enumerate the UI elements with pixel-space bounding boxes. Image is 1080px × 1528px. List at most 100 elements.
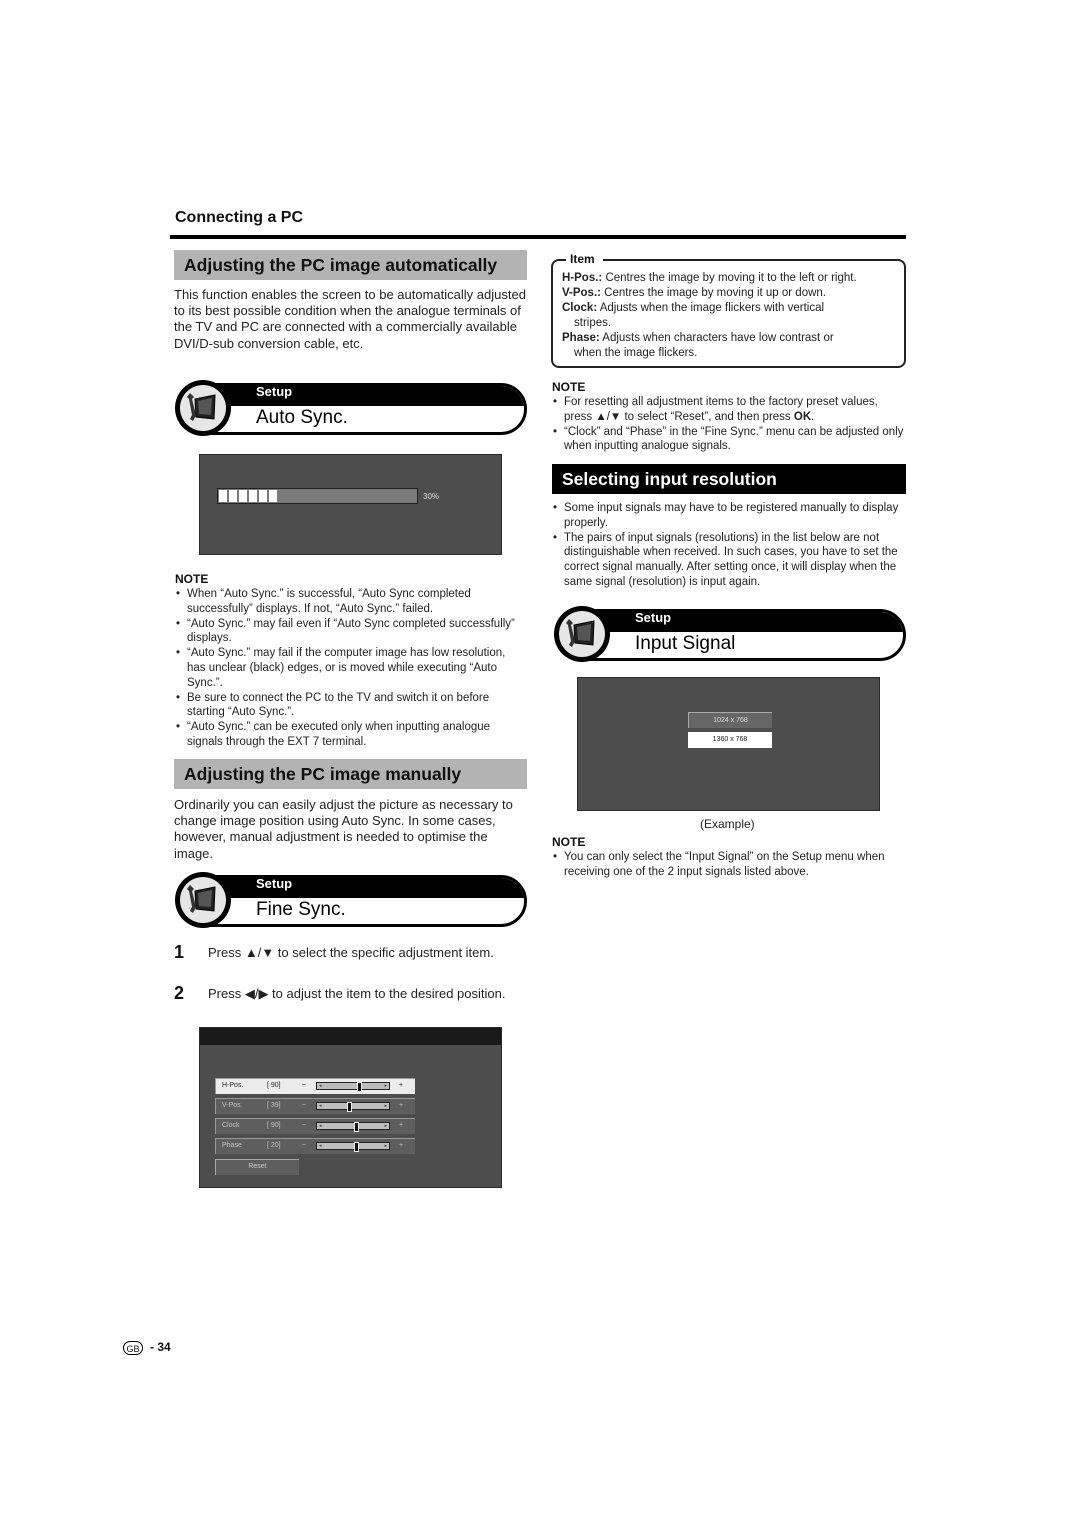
item-definition: V-Pos.: Centres the image by moving it u… <box>562 286 902 301</box>
row-value: [ 90] <box>267 1082 281 1089</box>
progress-percent: 30% <box>423 492 440 501</box>
step-text: Press ▲/▼ to select the specific adjustm… <box>208 945 494 960</box>
banner-title: Input Signal <box>635 633 736 654</box>
slider-thumb[interactable] <box>347 1102 353 1112</box>
note-item: Be sure to connect the PC to the TV and … <box>175 691 520 721</box>
slider-right-arrow-icon[interactable]: ▸ <box>384 1083 387 1089</box>
progress-segment <box>219 490 227 502</box>
item-box-label: Item <box>566 252 603 266</box>
note-item: You can only select the “Input Signal” o… <box>552 850 904 880</box>
manual-intro-text: Ordinarily you can easily adjust the pic… <box>174 797 513 861</box>
slider-right-arrow-icon[interactable]: ▸ <box>384 1143 387 1149</box>
resolution-option-1360x768[interactable]: 1360 x 768 <box>688 732 772 748</box>
reset-button[interactable]: Reset <box>215 1159 299 1175</box>
note-item: For resetting all adjustment items to th… <box>552 395 904 425</box>
auto-sync-progress-bar <box>217 488 418 504</box>
item-term: Phase: <box>562 332 600 344</box>
menu-title-bar <box>200 1028 501 1045</box>
auto-notes-list: When “Auto Sync.” is successful, “Auto S… <box>175 587 520 750</box>
item-desc: Adjusts when the image flickers with ver… <box>597 302 825 314</box>
item-definition: H-Pos.: Centres the image by moving it t… <box>562 271 902 286</box>
item-definition: Phase: Adjusts when characters have low … <box>562 331 902 346</box>
value-slider[interactable]: ◂ ▸ <box>316 1102 390 1112</box>
row-value: [ 39] <box>267 1102 281 1109</box>
note-item: When “Auto Sync.” is successful, “Auto S… <box>175 587 520 617</box>
item-definitions: H-Pos.: Centres the image by moving it t… <box>562 271 902 361</box>
value-slider[interactable]: ◂ ▸ <box>316 1142 390 1152</box>
increase-button[interactable]: + <box>399 1102 403 1109</box>
progress-segment <box>239 490 247 502</box>
note-title: NOTE <box>552 835 586 849</box>
item-definition: Clock: Adjusts when the image flickers w… <box>562 301 902 316</box>
input-signal-notes: You can only select the “Input Signal” o… <box>552 850 904 880</box>
progress-segment <box>249 490 257 502</box>
resolution-bullets: Some input signals may have to be regist… <box>552 501 904 590</box>
slider-thumb[interactable] <box>354 1142 360 1152</box>
value-slider[interactable]: ◂ ▸ <box>316 1122 390 1132</box>
resolution-option-1024x768[interactable]: 1024 x 768 <box>688 712 772 728</box>
monitor-wrench-icon <box>566 619 595 647</box>
monitor-wrench-icon <box>187 885 216 913</box>
banner-title: Fine Sync. <box>256 899 346 920</box>
item-desc: Adjusts when characters have low contras… <box>599 332 834 344</box>
increase-button[interactable]: + <box>399 1082 403 1089</box>
step-number: 1 <box>174 942 185 962</box>
setup-tools-icon <box>175 872 231 928</box>
slider-left-arrow-icon[interactable]: ◂ <box>319 1103 322 1109</box>
slider-left-arrow-icon[interactable]: ◂ <box>319 1083 322 1089</box>
fine-sync-notes-list: For resetting all adjustment items to th… <box>552 395 904 454</box>
setup-banner-input-signal: Setup Input Signal <box>554 606 906 664</box>
increase-button[interactable]: + <box>399 1142 403 1149</box>
item-desc: Centres the image by moving it up or dow… <box>600 287 826 299</box>
value-slider[interactable]: ◂ ▸ <box>316 1082 390 1092</box>
row-label: V-Pos. <box>222 1102 243 1109</box>
input-signal-screen: 1024 x 768 1360 x 768 <box>577 677 880 811</box>
step-text: Press ◀/▶ to adjust the item to the desi… <box>208 986 506 1001</box>
heading-input-resolution: Selecting input resolution <box>552 464 906 494</box>
fine-sync-row-hpos[interactable]: H-Pos.[ 90] – ◂ ▸ + <box>215 1078 415 1094</box>
banner-category: Setup <box>256 876 293 891</box>
decrease-button[interactable]: – <box>302 1101 306 1108</box>
header-rule <box>170 235 906 239</box>
banner-category: Setup <box>256 384 293 399</box>
slider-thumb[interactable] <box>354 1122 360 1132</box>
slider-right-arrow-icon[interactable]: ▸ <box>384 1103 387 1109</box>
note-item: “Auto Sync.” may fail if the computer im… <box>175 646 520 690</box>
row-label: Phase <box>222 1142 242 1149</box>
slider-left-arrow-icon[interactable]: ◂ <box>319 1123 322 1129</box>
setup-tools-icon <box>175 380 231 436</box>
decrease-button[interactable]: – <box>302 1081 306 1088</box>
row-value: [ 20] <box>267 1142 281 1149</box>
item-term: V-Pos.: <box>562 287 601 299</box>
slider-left-arrow-icon[interactable]: ◂ <box>319 1143 322 1149</box>
decrease-button[interactable]: – <box>302 1121 306 1128</box>
bullet-item: Some input signals may have to be regist… <box>552 501 904 531</box>
decrease-button[interactable]: – <box>302 1141 306 1148</box>
fine-sync-row-clock[interactable]: Clock[ 90] – ◂ ▸ + <box>215 1118 415 1134</box>
page-number: - 34 <box>150 1340 171 1354</box>
step-number: 2 <box>174 983 185 1003</box>
heading-manual-adjust: Adjusting the PC image manually <box>174 759 527 789</box>
note-title: NOTE <box>552 380 586 394</box>
progress-segment <box>229 490 237 502</box>
note-item: “Auto Sync.” can be executed only when i… <box>175 720 520 750</box>
increase-button[interactable]: + <box>399 1122 403 1129</box>
setup-tools-icon <box>554 606 610 662</box>
auto-intro-text: This function enables the screen to be a… <box>174 287 526 351</box>
item-term: H-Pos.: <box>562 272 603 284</box>
fine-sync-screen: H-Pos.[ 90] – ◂ ▸ + V-Pos.[ 39] – ◂ ▸ + Clock[ 90]… <box>199 1027 502 1188</box>
banner-title: Auto Sync. <box>256 407 348 428</box>
slider-thumb[interactable] <box>357 1082 363 1092</box>
item-term: Clock: <box>562 302 598 314</box>
banner-category: Setup <box>635 610 672 625</box>
slider-right-arrow-icon[interactable]: ▸ <box>384 1123 387 1129</box>
progress-segment <box>269 490 277 502</box>
row-label: Clock <box>222 1122 240 1129</box>
fine-sync-row-vpos[interactable]: V-Pos.[ 39] – ◂ ▸ + <box>215 1098 415 1114</box>
heading-auto-adjust: Adjusting the PC image automatically <box>174 250 527 280</box>
screen-caption: (Example) <box>700 817 755 831</box>
row-value: [ 90] <box>267 1122 281 1129</box>
region-badge: GB <box>123 1341 143 1355</box>
fine-sync-row-phase[interactable]: Phase[ 20] – ◂ ▸ + <box>215 1138 415 1154</box>
section-label: Connecting a PC <box>175 209 304 226</box>
